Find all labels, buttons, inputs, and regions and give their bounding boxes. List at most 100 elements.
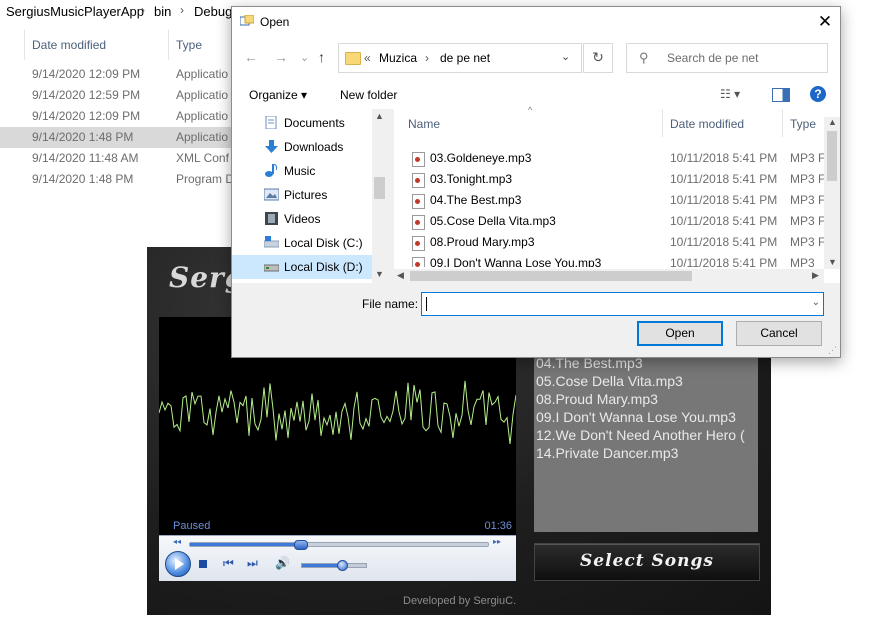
- select-songs-button[interactable]: Select Songs: [534, 543, 760, 581]
- column-header-date[interactable]: Date modified: [32, 38, 106, 52]
- column-header-name[interactable]: Name: [408, 117, 440, 131]
- breadcrumb-item-debug[interactable]: Debug: [194, 4, 232, 19]
- breadcrumb-item-bin[interactable]: bin: [154, 4, 171, 19]
- file-date: 10/11/2018 5:41 PM: [670, 151, 778, 165]
- playlist-item[interactable]: 08.Proud Mary.mp3: [536, 391, 658, 407]
- preview-pane-icon[interactable]: [772, 88, 790, 102]
- file-row[interactable]: 03.Tonight.mp3 10/11/2018 5:41 PM MP3 F: [394, 169, 825, 190]
- scroll-up-icon[interactable]: ▲: [828, 117, 837, 127]
- file-name: 03.Goldeneye.mp3: [430, 151, 532, 165]
- dialog-toolbar: Organize ▾ New folder ☷ ▾ ?: [232, 81, 840, 109]
- speaker-icon[interactable]: 🔊: [275, 556, 290, 570]
- stop-button[interactable]: [199, 560, 207, 568]
- up-arrow-icon[interactable]: ↑: [318, 49, 325, 65]
- scroll-thumb[interactable]: [827, 131, 837, 181]
- row-date: 9/14/2020 1:48 PM: [32, 172, 134, 186]
- nav-item-label: Videos: [284, 212, 321, 226]
- pictures-icon: [264, 188, 279, 201]
- dialog-footer: File name: ⌄ Open Cancel ⋰: [232, 283, 840, 357]
- column-header-type[interactable]: Type: [790, 117, 816, 131]
- view-options-icon[interactable]: ☷ ▾: [720, 87, 740, 101]
- refresh-icon[interactable]: ↻: [583, 43, 613, 73]
- dialog-titlebar: Open ✕: [232, 7, 840, 37]
- volume-thumb[interactable]: [336, 560, 348, 571]
- address-segment-muzica[interactable]: Muzica: [379, 51, 417, 65]
- nav-pane-scrollbar[interactable]: ▲ ▼: [372, 109, 387, 283]
- address-overflow-chevron[interactable]: «: [364, 51, 371, 65]
- nav-item-drive-c[interactable]: Local Disk (C:): [232, 231, 372, 255]
- explorer-row-selected[interactable]: 9/14/2020 1:48 PM Applicatio: [0, 127, 240, 148]
- scroll-right-icon[interactable]: ▶: [812, 270, 819, 281]
- file-list-horizontal-scrollbar[interactable]: ◀ ▶: [394, 269, 824, 283]
- select-songs-label: Select Songs: [580, 551, 714, 571]
- next-icon[interactable]: ⏭: [247, 556, 258, 571]
- search-box[interactable]: ⚲ Search de pe net: [626, 43, 828, 73]
- file-date: 10/11/2018 5:41 PM: [670, 256, 778, 267]
- back-arrow-icon[interactable]: ←: [244, 49, 258, 65]
- address-bar[interactable]: « Muzica › de pe net ⌄: [338, 43, 582, 73]
- nav-item-pictures[interactable]: Pictures: [232, 183, 372, 207]
- nav-item-music[interactable]: Music: [232, 159, 372, 183]
- nav-item-downloads[interactable]: Downloads: [232, 135, 372, 159]
- row-type: Applicatio: [176, 130, 229, 144]
- open-button[interactable]: Open: [637, 321, 723, 346]
- file-row[interactable]: 04.The Best.mp3 10/11/2018 5:41 PM MP3 F: [394, 190, 825, 211]
- address-segment-current[interactable]: de pe net: [440, 51, 490, 65]
- nav-item-videos[interactable]: Videos: [232, 207, 372, 231]
- address-dropdown-icon[interactable]: ⌄: [561, 50, 570, 63]
- file-row[interactable]: 09.I Don't Wanna Lose You.mp3 10/11/2018…: [394, 253, 814, 267]
- explorer-row[interactable]: 9/14/2020 1:48 PM Program D: [0, 169, 240, 190]
- cancel-button[interactable]: Cancel: [736, 321, 822, 346]
- seek-bar[interactable]: [189, 540, 489, 550]
- play-button[interactable]: [165, 551, 191, 577]
- nav-item-documents[interactable]: Documents: [232, 111, 372, 135]
- help-icon[interactable]: ?: [810, 86, 826, 102]
- scroll-thumb[interactable]: [410, 271, 692, 281]
- recent-locations-icon[interactable]: ⌄: [300, 51, 309, 64]
- scroll-up-icon[interactable]: ▲: [375, 111, 384, 121]
- close-icon[interactable]: ✕: [810, 7, 840, 37]
- explorer-row[interactable]: 9/14/2020 11:48 AM XML Conf: [0, 148, 240, 169]
- navigation-bar: ← → ⌄ ↑ « Muzica › de pe net ⌄ ↻ ⚲ Searc…: [232, 37, 840, 81]
- scroll-down-icon[interactable]: ▼: [828, 257, 837, 267]
- playlist-item[interactable]: 14.Private Dancer.mp3: [536, 445, 678, 461]
- file-row[interactable]: 03.Goldeneye.mp3 10/11/2018 5:41 PM MP3 …: [394, 148, 825, 169]
- file-row[interactable]: 08.Proud Mary.mp3 10/11/2018 5:41 PM MP3…: [394, 232, 825, 253]
- file-name-input[interactable]: ⌄: [421, 292, 824, 316]
- developer-credit: Developed by SergiuC.: [403, 595, 517, 607]
- scroll-thumb[interactable]: [374, 177, 385, 199]
- audio-file-icon: [412, 173, 425, 188]
- nav-item-drive-d[interactable]: Local Disk (D:): [232, 255, 372, 279]
- seek-thumb[interactable]: [294, 540, 309, 550]
- audio-file-icon: [412, 215, 425, 230]
- new-folder-button[interactable]: New folder: [340, 88, 397, 102]
- file-name: 05.Cose Della Vita.mp3: [430, 214, 556, 228]
- search-icon: ⚲: [639, 50, 649, 65]
- breadcrumb-item-app[interactable]: SergiusMusicPlayerApp: [6, 4, 144, 19]
- forward-arrow-icon[interactable]: →: [274, 49, 288, 65]
- explorer-row[interactable]: 9/14/2020 12:09 PM Applicatio: [0, 64, 240, 85]
- column-header-date[interactable]: Date modified: [670, 117, 744, 131]
- audio-file-icon: [412, 236, 425, 251]
- file-type: MP3 F: [790, 193, 826, 207]
- playlist-item[interactable]: 05.Cose Della Vita.mp3: [536, 373, 683, 389]
- resize-grip-icon[interactable]: ⋰: [828, 345, 837, 356]
- volume-slider[interactable]: [301, 560, 367, 571]
- previous-icon[interactable]: ⏮: [223, 556, 234, 571]
- address-separator[interactable]: ›: [425, 51, 429, 65]
- playlist-item[interactable]: 09.I Don't Wanna Lose You.mp3: [536, 409, 736, 425]
- drive-c-icon: [264, 236, 279, 248]
- scroll-left-icon[interactable]: ◀: [397, 270, 404, 281]
- file-row[interactable]: 05.Cose Della Vita.mp3 10/11/2018 5:41 P…: [394, 211, 825, 232]
- explorer-row[interactable]: 9/14/2020 12:59 PM Applicatio: [0, 85, 240, 106]
- chevron-down-icon[interactable]: ⌄: [812, 297, 820, 308]
- scroll-down-icon[interactable]: ▼: [375, 269, 384, 279]
- explorer-row[interactable]: 9/14/2020 12:09 PM Applicatio: [0, 106, 240, 127]
- music-icon: [265, 164, 278, 177]
- file-type: MP3 F: [790, 172, 826, 186]
- playlist-item[interactable]: 12.We Don't Need Another Hero (: [536, 427, 745, 443]
- file-list-vertical-scrollbar[interactable]: ▲ ▼: [824, 117, 840, 269]
- column-header-type[interactable]: Type: [176, 38, 202, 52]
- row-type: Applicatio: [176, 88, 229, 102]
- organize-menu[interactable]: Organize ▾: [249, 88, 307, 102]
